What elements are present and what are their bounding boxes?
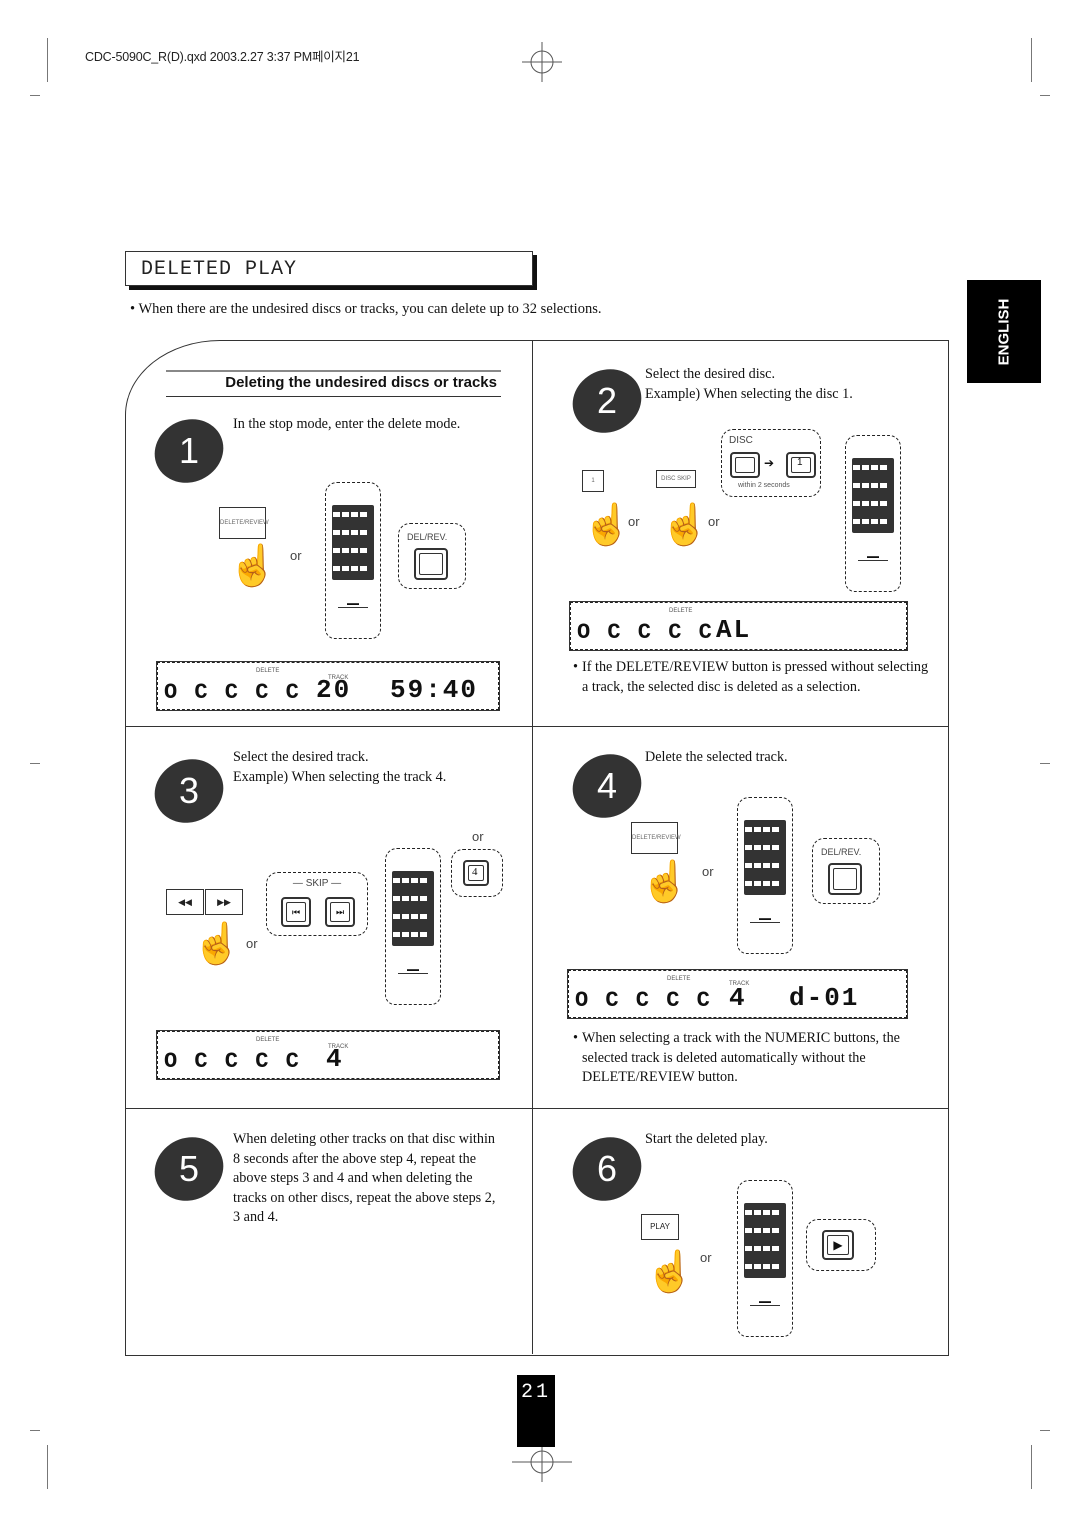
- or-label: or: [708, 514, 720, 529]
- grid-divider: [532, 340, 533, 1354]
- or-label: or: [628, 514, 640, 529]
- step-1-text: In the stop mode, enter the delete mode.: [233, 416, 461, 432]
- play-pause-button[interactable]: PLAY: [641, 1214, 679, 1240]
- crop-mark: [30, 95, 40, 96]
- section-heading-box: Deleting the undesired discs or tracks: [166, 370, 501, 397]
- crop-mark: [1031, 38, 1032, 82]
- step-3-text: Select the desired track. Example) When …: [233, 749, 447, 785]
- hand-pointer-icon: ☝: [660, 502, 710, 547]
- crop-mark: [1040, 763, 1050, 764]
- del-rev-callout: DEL/REV.: [812, 838, 880, 904]
- section-heading: Deleting the undesired discs or tracks: [225, 374, 497, 391]
- disc-callout: DISC ➔ 1 within 2 seconds: [721, 429, 821, 497]
- lcd-display-step-1: O C C C C DELETE TRACK 20 59:40: [156, 661, 500, 711]
- or-label: or: [700, 1250, 712, 1265]
- registration-mark-icon: [512, 1442, 572, 1482]
- crop-mark: [1040, 95, 1050, 96]
- lcd-display-step-4: O C C C C DELETE TRACK 4 d-01: [567, 969, 908, 1019]
- hand-pointer-icon: ☝: [192, 921, 242, 966]
- registration-mark-icon: [522, 42, 562, 82]
- crop-mark: [47, 1445, 48, 1489]
- or-label: or: [246, 936, 258, 951]
- or-label: or: [290, 548, 302, 563]
- delete-review-button[interactable]: DELETE/REVIEW: [631, 822, 681, 854]
- lcd-display-step-3: O C C C C DELETE TRACK 4: [156, 1030, 500, 1080]
- delete-review-button[interactable]: DELETE/REVIEW: [219, 507, 269, 539]
- step-2-note: • If the DELETE/REVIEW button is pressed …: [573, 659, 929, 695]
- remote-control: ▬▬: [325, 482, 381, 639]
- page-number-box: 21: [517, 1375, 555, 1447]
- step-2-text: Select the desired disc. Example) When s…: [645, 366, 853, 402]
- skip-back-button[interactable]: ◀◀: [166, 889, 204, 915]
- hand-pointer-icon: ☝: [645, 1249, 695, 1294]
- lcd-display-step-2: O C C C C DELETE AL: [569, 601, 908, 651]
- crop-mark: [30, 763, 40, 764]
- step-6-text: Start the deleted play.: [645, 1131, 768, 1147]
- skip-forward-button[interactable]: ▶▶: [205, 889, 243, 915]
- crop-mark: [47, 38, 48, 82]
- disc-1-button[interactable]: 1: [582, 470, 604, 492]
- or-label: or: [472, 829, 484, 844]
- step-5-text: When deleting other tracks on that disc …: [233, 1131, 496, 1225]
- language-tab: ENGLISH: [967, 280, 1041, 383]
- page-number: 21: [520, 1381, 551, 1404]
- page-title: DELETED PLAY: [141, 258, 298, 281]
- number-1-button[interactable]: 1: [786, 452, 816, 478]
- crop-mark: [1040, 1430, 1050, 1431]
- step-4-text: Delete the selected track.: [645, 749, 788, 765]
- or-label: or: [702, 864, 714, 879]
- disc-skip-button[interactable]: DISC SKIP: [656, 470, 696, 488]
- del-rev-button[interactable]: [414, 548, 448, 580]
- hand-pointer-icon: ☝: [228, 543, 278, 588]
- step-4-note: • When selecting a track with the NUMERIC…: [573, 1030, 900, 1085]
- grid-divider: [125, 1108, 948, 1109]
- disc-button[interactable]: [730, 452, 760, 478]
- skip-callout: — SKIP — ⏮ ⏭: [266, 872, 368, 936]
- del-rev-callout: DEL/REV.: [398, 523, 466, 589]
- remote-control: ▬▬: [845, 435, 901, 592]
- remote-control: ▬▬: [737, 797, 793, 954]
- number-4-callout: 4: [451, 849, 503, 897]
- crop-mark: [30, 1430, 40, 1431]
- skip-back-remote-button[interactable]: ⏮: [281, 897, 311, 927]
- hand-pointer-icon: ☝: [640, 859, 690, 904]
- remote-control: ▬▬: [737, 1180, 793, 1337]
- file-info-header: CDC-5090C_R(D).qxd 2003.2.27 3:37 PM페이지2…: [85, 50, 360, 64]
- page-title-box: DELETED PLAY: [125, 251, 533, 286]
- play-remote-button[interactable]: ▶: [822, 1230, 854, 1260]
- hand-pointer-icon: ☝: [582, 502, 632, 547]
- crop-mark: [1031, 1445, 1032, 1489]
- intro-text: • When there are the undesired discs or …: [130, 301, 602, 317]
- grid-divider: [125, 726, 948, 727]
- skip-forward-remote-button[interactable]: ⏭: [325, 897, 355, 927]
- arrow-right-icon: ➔: [764, 456, 775, 470]
- play-icon: ▶: [833, 1238, 843, 1252]
- language-tab-label: ENGLISH: [995, 298, 1013, 365]
- play-callout: ▶: [806, 1219, 876, 1271]
- number-4-button[interactable]: 4: [463, 860, 489, 886]
- del-rev-button[interactable]: [828, 863, 862, 895]
- remote-control: ▬▬: [385, 848, 441, 1005]
